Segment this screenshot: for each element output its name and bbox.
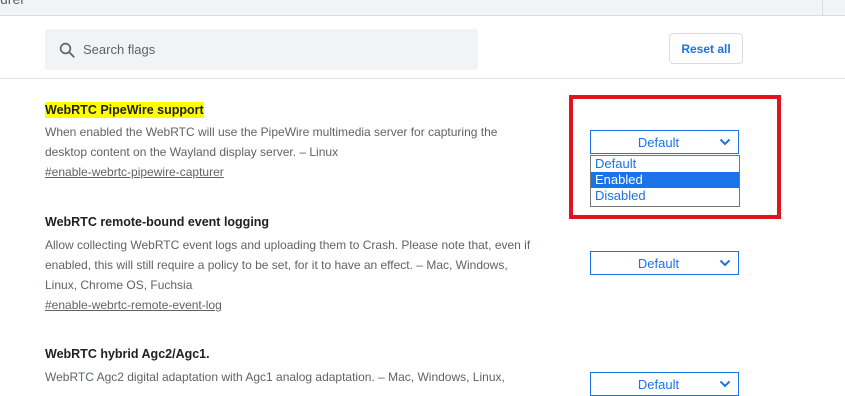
flag-description: Allow collecting WebRTC event logs and u… [45,235,575,295]
flag-description-line: desktop content on the Wayland display s… [45,145,339,159]
annotation-highlight-frame [569,95,781,219]
flag-title: WebRTC PipeWire support [45,102,204,118]
search-box[interactable] [45,29,478,70]
chevron-down-icon [716,259,734,267]
search-input[interactable] [81,41,465,58]
window-title-strip: urer [0,0,845,16]
flag-select-webrtc-remote-event-log[interactable]: Default [590,251,739,275]
search-icon [57,40,77,60]
flag-entry-webrtc-pipewire: WebRTC PipeWire support When enabled the… [45,101,575,182]
select-value: Default [637,376,680,392]
reset-all-button[interactable]: Reset all [669,33,743,64]
flag-description: When enabled the WebRTC will use the Pip… [45,122,575,162]
window-title: urer [0,0,25,7]
flag-title: WebRTC remote-bound event logging [45,215,270,229]
flag-description: WebRTC Agc2 digital adaptation with Agc1… [45,367,575,387]
flag-entry-webrtc-hybrid-agc: WebRTC hybrid Agc2/Agc1. WebRTC Agc2 dig… [45,345,575,387]
flag-anchor-link[interactable]: #enable-webrtc-remote-event-log [45,295,222,315]
flag-description-line: enabled, this will still require a polic… [45,258,508,272]
flags-header: Reset all [0,16,845,79]
flag-anchor-link[interactable]: #enable-webrtc-pipewire-capturer [45,162,224,182]
flag-select-webrtc-hybrid-agc[interactable]: Default [590,372,739,396]
flag-description-line: Linux, Chrome OS, Fuchsia [45,278,193,292]
flag-description-line: WebRTC Agc2 digital adaptation with Agc1… [45,370,505,384]
tab-divider [822,0,823,15]
flag-description-line: When enabled the WebRTC will use the Pip… [45,125,498,139]
flag-description-line: Allow collecting WebRTC event logs and u… [45,238,531,252]
flag-title: WebRTC hybrid Agc2/Agc1. [45,347,210,361]
flag-entry-webrtc-remote-event-log: WebRTC remote-bound event logging Allow … [45,213,575,315]
chevron-down-icon [716,380,734,388]
select-value: Default [637,255,680,271]
